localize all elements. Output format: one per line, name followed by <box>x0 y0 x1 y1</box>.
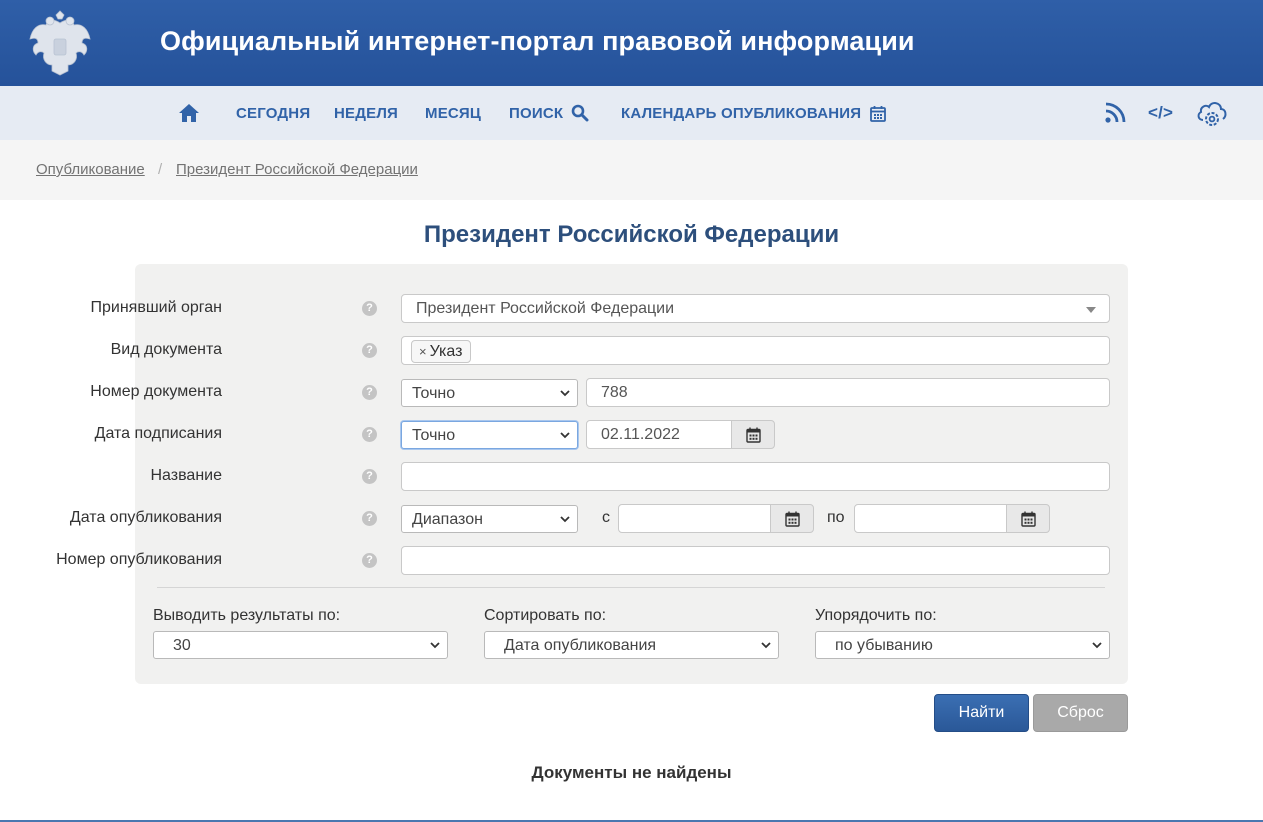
doc-number-label: Номер документа <box>90 383 222 400</box>
chevron-down-icon <box>560 516 570 523</box>
breadcrumb: Опубликование / Президент Российской Фед… <box>0 140 1263 200</box>
help-icon[interactable]: ? <box>362 511 377 526</box>
pub-date-from-input[interactable] <box>618 504 771 533</box>
caret-down-icon <box>1086 307 1096 313</box>
pub-date-to-label: по <box>827 509 845 526</box>
pub-number-input[interactable] <box>401 546 1110 575</box>
reset-button[interactable]: Сброс <box>1033 694 1128 732</box>
no-results-message: Документы не найдены <box>531 763 732 782</box>
chevron-down-icon <box>560 432 570 439</box>
authority-select[interactable]: Президент Российской Федерации <box>401 294 1110 323</box>
sign-date-mode-select[interactable]: Точно <box>401 421 578 449</box>
sign-date-calendar-button[interactable] <box>731 420 775 449</box>
breadcrumb-president[interactable]: Президент Российской Федерации <box>176 161 418 178</box>
order-label: Упорядочить по: <box>815 607 937 624</box>
sort-by-select[interactable]: Дата опубликования <box>484 631 779 659</box>
main-nav: СЕГОДНЯ НЕДЕЛЯ МЕСЯЦ ПОИСК КАЛЕНДАРЬ ОПУ… <box>0 86 1263 140</box>
authority-label: Принявший орган <box>90 299 222 316</box>
doc-type-tag-label: Указ <box>429 342 463 360</box>
doc-type-label: Вид документа <box>110 341 222 358</box>
nav-calendar[interactable]: КАЛЕНДАРЬ ОПУБЛИКОВАНИЯ <box>621 86 887 140</box>
chevron-down-icon <box>761 642 771 649</box>
coat-of-arms-logo[interactable] <box>26 9 94 79</box>
cloud-settings-link[interactable] <box>1195 86 1229 140</box>
authority-value: Президент Российской Федерации <box>416 300 675 317</box>
home-icon <box>179 104 199 122</box>
calendar-icon <box>870 105 887 122</box>
nav-week[interactable]: НЕДЕЛЯ <box>334 86 398 140</box>
sort-by-value: Дата опубликования <box>504 637 657 654</box>
pub-number-label: Номер опубликования <box>56 551 222 568</box>
pub-date-mode-select[interactable]: Диапазон <box>401 505 578 533</box>
per-page-value: 30 <box>173 637 191 654</box>
pub-date-from-calendar-button[interactable] <box>770 504 814 533</box>
doc-number-input[interactable]: 788 <box>586 378 1110 407</box>
nav-search[interactable]: ПОИСК <box>509 86 589 140</box>
nav-today-label: СЕГОДНЯ <box>236 104 311 122</box>
nav-week-label: НЕДЕЛЯ <box>334 104 399 122</box>
per-page-select[interactable]: 30 <box>153 631 448 659</box>
pub-date-mode-value: Диапазон <box>412 511 483 528</box>
embed-code-link[interactable]: </> <box>1148 86 1173 140</box>
pub-date-to-calendar-button[interactable] <box>1006 504 1050 533</box>
name-label: Название <box>150 467 223 484</box>
chevron-down-icon <box>430 642 440 649</box>
sign-date-value: 02.11.2022 <box>601 426 680 443</box>
nav-today[interactable]: СЕГОДНЯ <box>236 86 310 140</box>
calendar-icon <box>784 511 800 527</box>
cloud-settings-icon <box>1197 102 1227 126</box>
help-icon[interactable]: ? <box>362 427 377 442</box>
help-icon[interactable]: ? <box>362 385 377 400</box>
sign-date-label: Дата подписания <box>94 425 222 442</box>
nav-month-label: МЕСЯЦ <box>425 104 482 122</box>
remove-tag-icon[interactable]: × <box>419 344 427 359</box>
chevron-down-icon <box>560 390 570 397</box>
search-icon <box>571 104 589 122</box>
page-title: Президент Российской Федерации <box>423 221 840 248</box>
help-icon[interactable]: ? <box>362 301 377 316</box>
rss-icon <box>1105 102 1126 123</box>
per-page-label: Выводить результаты по: <box>153 607 341 624</box>
order-select[interactable]: по убыванию <box>815 631 1110 659</box>
calendar-icon <box>745 427 761 443</box>
help-icon[interactable]: ? <box>362 343 377 358</box>
find-button[interactable]: Найти <box>934 694 1029 732</box>
doc-type-multiselect[interactable]: × Указ <box>401 336 1110 365</box>
name-input[interactable] <box>401 462 1110 491</box>
doc-number-mode-select[interactable]: Точно <box>401 379 578 407</box>
form-divider <box>157 587 1105 588</box>
pub-date-label: Дата опубликования <box>69 509 222 526</box>
calendar-icon <box>1020 511 1036 527</box>
sign-date-mode-value: Точно <box>412 427 456 444</box>
site-title: Официальный интернет-портал правовой инф… <box>160 26 915 56</box>
chevron-down-icon <box>1092 642 1102 649</box>
nav-calendar-label: КАЛЕНДАРЬ ОПУБЛИКОВАНИЯ <box>621 104 862 122</box>
sort-by-label: Сортировать по: <box>484 607 607 624</box>
code-icon: </> <box>1148 103 1174 122</box>
help-icon[interactable]: ? <box>362 553 377 568</box>
help-icon[interactable]: ? <box>362 469 377 484</box>
site-header: Официальный интернет-портал правовой инф… <box>0 0 1263 86</box>
nav-month[interactable]: МЕСЯЦ <box>425 86 481 140</box>
order-value: по убыванию <box>835 637 933 654</box>
home-link[interactable] <box>178 86 200 140</box>
breadcrumb-publication[interactable]: Опубликование <box>36 161 145 178</box>
search-form: Принявший орган ? Президент Российской Ф… <box>56 264 1128 684</box>
pub-date-to-input[interactable] <box>854 504 1007 533</box>
sign-date-input[interactable]: 02.11.2022 <box>586 420 732 449</box>
rss-link[interactable] <box>1104 86 1126 140</box>
breadcrumb-separator: / <box>158 161 163 178</box>
doc-number-mode-value: Точно <box>412 385 456 402</box>
pub-date-from-label: с <box>602 509 610 526</box>
doc-number-value: 788 <box>601 384 628 401</box>
nav-search-label: ПОИСК <box>509 104 564 122</box>
doc-type-tag: × Указ <box>411 340 472 363</box>
